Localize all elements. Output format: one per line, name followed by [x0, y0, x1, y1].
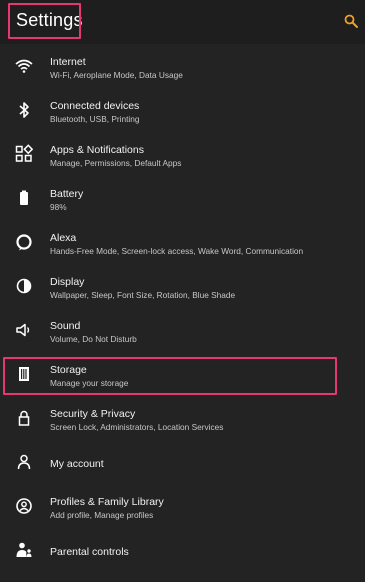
apps-grid-icon [14, 144, 34, 164]
settings-list: Internet Wi-Fi, Aeroplane Mode, Data Usa… [0, 44, 365, 572]
storage-icon [14, 364, 34, 384]
wifi-icon [14, 56, 34, 76]
setting-summary: Volume, Do Not Disturb [50, 334, 137, 344]
setting-summary: 98% [50, 202, 67, 212]
setting-summary: Wallpaper, Sleep, Font Size, Rotation, B… [50, 290, 236, 300]
battery-icon [14, 188, 34, 208]
setting-label: Connected devices [50, 100, 140, 112]
setting-sound[interactable]: Sound Volume, Do Not Disturb [0, 308, 365, 352]
title-highlight-box [8, 3, 81, 39]
lock-icon [14, 408, 34, 428]
setting-summary: Manage your storage [50, 378, 129, 388]
setting-label: My account [50, 458, 104, 470]
setting-label: Battery [50, 188, 84, 200]
setting-summary: Manage, Permissions, Default Apps [50, 158, 182, 168]
setting-summary: Screen Lock, Administrators, Location Se… [50, 422, 224, 432]
setting-battery[interactable]: Battery 98% [0, 176, 365, 220]
display-brightness-icon [14, 276, 34, 296]
bluetooth-icon [14, 100, 34, 120]
account-icon [14, 452, 34, 472]
setting-summary: Hands-Free Mode, Screen-lock access, Wak… [50, 246, 304, 256]
alexa-icon [14, 232, 34, 252]
setting-label: Apps & Notifications [50, 144, 144, 156]
setting-label: Alexa [50, 232, 77, 244]
setting-my-account[interactable]: My account [0, 440, 365, 484]
setting-label: Security & Privacy [50, 408, 136, 420]
setting-storage[interactable]: Storage Manage your storage [0, 352, 365, 396]
setting-summary: Add profile, Manage profiles [50, 510, 154, 520]
top-app-bar: Settings [0, 0, 365, 44]
setting-label: Sound [50, 320, 81, 332]
setting-summary: Wi-Fi, Aeroplane Mode, Data Usage [50, 70, 183, 80]
setting-label: Parental controls [50, 546, 129, 558]
setting-display[interactable]: Display Wallpaper, Sleep, Font Size, Rot… [0, 264, 365, 308]
setting-summary: Bluetooth, USB, Printing [50, 114, 140, 124]
setting-apps-notifications[interactable]: Apps & Notifications Manage, Permissions… [0, 132, 365, 176]
setting-label: Display [50, 276, 85, 288]
setting-label: Profiles & Family Library [50, 496, 164, 508]
setting-connected-devices[interactable]: Connected devices Bluetooth, USB, Printi… [0, 88, 365, 132]
search-icon[interactable] [344, 14, 358, 28]
setting-profiles-family-library[interactable]: Profiles & Family Library Add profile, M… [0, 484, 365, 528]
setting-internet[interactable]: Internet Wi-Fi, Aeroplane Mode, Data Usa… [0, 44, 365, 88]
volume-icon [14, 320, 34, 340]
setting-label: Internet [50, 56, 86, 68]
parental-controls-icon [14, 540, 34, 560]
profiles-icon [14, 496, 34, 516]
setting-parental-controls[interactable]: Parental controls [0, 528, 365, 572]
setting-label: Storage [50, 364, 87, 376]
setting-security-privacy[interactable]: Security & Privacy Screen Lock, Administ… [0, 396, 365, 440]
setting-alexa[interactable]: Alexa Hands-Free Mode, Screen-lock acces… [0, 220, 365, 264]
